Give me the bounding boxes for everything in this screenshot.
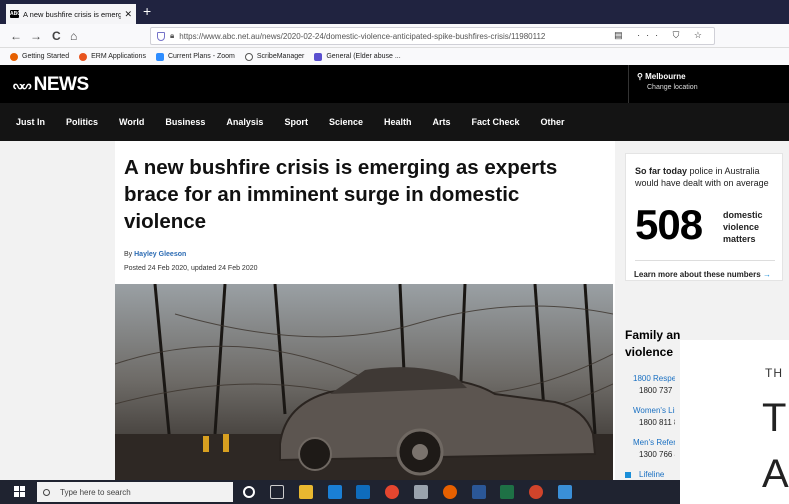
app-icon[interactable]	[414, 485, 428, 499]
task-view-icon[interactable]	[270, 485, 284, 499]
url-text[interactable]: https://www.abc.net.au/news/2020-02-24/d…	[179, 32, 545, 41]
overlay-text-large: A	[762, 452, 789, 496]
new-tab-button[interactable]: +	[143, 3, 151, 19]
erm-icon	[79, 52, 88, 61]
teams-icon	[314, 52, 323, 61]
location-pin-icon: ⚲	[637, 72, 643, 81]
nav-fact-check[interactable]: Fact Check	[472, 117, 520, 127]
family-violence-heading: Family and domesticviolence	[625, 328, 680, 359]
bookmark-scribemanager[interactable]: ScribeManager	[244, 52, 304, 61]
nav-politics[interactable]: Politics	[66, 117, 98, 127]
nav-sport[interactable]: Sport	[284, 117, 308, 127]
abc-news-logo[interactable]: ᔓᔕ NEWS	[13, 74, 89, 96]
divider	[635, 260, 775, 261]
edge-icon[interactable]	[328, 485, 342, 499]
lock-icon[interactable]: 🔒︎	[170, 31, 174, 41]
firefox-taskbar-icon[interactable]	[443, 485, 457, 499]
left-gutter	[0, 141, 115, 480]
overlay-text-heading: TH	[765, 366, 783, 380]
taskbar-search-box[interactable]: Type here to search	[37, 482, 233, 502]
excel-icon[interactable]	[500, 485, 514, 499]
word-icon[interactable]	[472, 485, 486, 499]
file-explorer-icon[interactable]	[299, 485, 313, 499]
cortana-icon[interactable]	[243, 486, 255, 498]
counter-caption: domestic violence matters	[723, 210, 763, 244]
service-item[interactable]: 1800 Respect 1800 737 732	[625, 374, 675, 395]
abc-favicon-icon: ABC	[10, 10, 21, 18]
forward-arrow-icon[interactable]: →	[30, 28, 42, 44]
bookmark-getting-started[interactable]: Getting Started	[10, 52, 69, 61]
browser-tab-strip: ABC A new bushfire crisis is emerging ✕ …	[0, 0, 789, 24]
windows-taskbar: Type here to search	[0, 480, 680, 504]
bookmark-erm-applications[interactable]: ERM Applications	[79, 52, 146, 61]
close-tab-icon[interactable]: ✕	[124, 9, 132, 20]
learn-more-link[interactable]: Learn more about these numbers →	[625, 268, 783, 282]
nav-other[interactable]: Other	[541, 117, 565, 127]
nav-arts[interactable]: Arts	[432, 117, 450, 127]
navigation-toolbar: ← → C ⌂ 🔒︎ https://www.abc.net.au/news/2…	[0, 24, 789, 48]
nav-just-in[interactable]: Just In	[16, 117, 45, 127]
location-city: Melbourne	[645, 72, 686, 81]
nav-business[interactable]: Business	[165, 117, 205, 127]
zoom-icon	[155, 52, 164, 61]
change-location-link[interactable]: Change location	[637, 84, 698, 91]
chrome-icon[interactable]	[385, 485, 399, 499]
counter-intro: So far today police in Australia would h…	[635, 166, 769, 188]
reload-icon[interactable]: C	[52, 28, 61, 44]
counter-number: 508	[635, 201, 703, 248]
search-icon	[43, 488, 50, 496]
photos-icon[interactable]	[558, 485, 572, 499]
site-header: ᔓᔕ NEWS ⚲ Melbourne Change location	[0, 65, 789, 103]
bullet-icon	[625, 471, 631, 478]
nav-science[interactable]: Science	[329, 117, 363, 127]
firefox-icon	[10, 52, 18, 61]
powerpoint-icon[interactable]	[529, 485, 543, 499]
outlook-icon[interactable]	[356, 485, 370, 499]
service-item[interactable]: Men's Referral 1300 766 491	[625, 438, 675, 459]
nav-health[interactable]: Health	[384, 117, 412, 127]
author-link[interactable]: Hayley Gleeson	[134, 251, 186, 258]
article-byline: By Hayley Gleeson	[124, 251, 187, 258]
home-icon[interactable]: ⌂	[70, 28, 77, 44]
location-selector[interactable]: ⚲ Melbourne Change location	[628, 65, 698, 103]
article-hero-image	[115, 284, 613, 480]
tracking-shield-icon[interactable]	[157, 31, 165, 41]
browser-tab-active[interactable]: ABC A new bushfire crisis is emerging ✕	[6, 4, 136, 24]
bookmarks-bar: Getting Started ERM Applications Current…	[0, 48, 789, 65]
overlay-text-large: T	[762, 396, 787, 440]
back-arrow-icon[interactable]: ←	[10, 28, 22, 44]
page-actions-icons[interactable]: ▤ ··· ⛉ ☆	[614, 30, 708, 41]
dv-counter-card: So far today police in Australia would h…	[625, 153, 783, 281]
bookmark-general[interactable]: General (Elder abuse ...	[314, 52, 401, 61]
nav-analysis[interactable]: Analysis	[226, 117, 263, 127]
tab-title: A new bushfire crisis is emerging	[23, 9, 122, 19]
service-item[interactable]: Lifeline	[625, 470, 675, 479]
address-bar[interactable]: 🔒︎ https://www.abc.net.au/news/2020-02-2…	[150, 27, 715, 45]
nav-world[interactable]: World	[119, 117, 144, 127]
arrow-right-icon: →	[762, 270, 771, 279]
burnt-car-photo	[115, 284, 613, 480]
windows-start-icon[interactable]	[14, 486, 26, 498]
bookmark-zoom[interactable]: Current Plans - Zoom	[155, 52, 235, 61]
site-nav: Just In Politics World Business Analysis…	[0, 103, 789, 141]
article-posted-date: Posted 24 Feb 2020, updated 24 Feb 2020	[124, 265, 258, 272]
service-item[interactable]: Women's Line 1800 811 811	[625, 406, 675, 427]
abc-logo-icon: ᔓᔕ	[13, 79, 32, 92]
article-headline: A new bushfire crisis is emerging as exp…	[124, 156, 558, 233]
globe-icon	[244, 52, 253, 61]
